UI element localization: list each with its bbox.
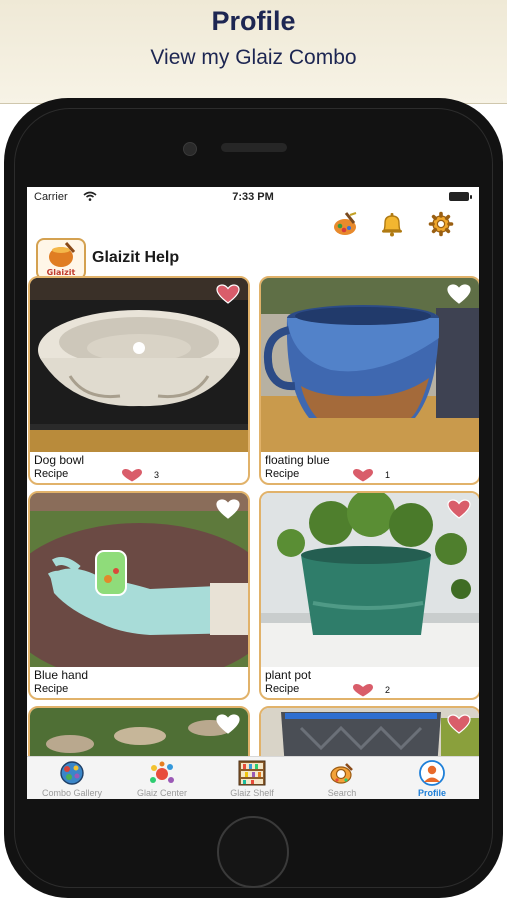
card-name: Dog bowl xyxy=(34,453,85,467)
tab-glaiz-shelf[interactable]: Glaiz Shelf xyxy=(207,759,297,799)
app-screen: Carrier 7:33 PM Glaizit Glaizit Help Dog… xyxy=(27,187,479,799)
banner-subtitle: View my Glaiz Combo xyxy=(150,46,357,69)
glaizit-logo[interactable]: Glaizit xyxy=(36,238,86,280)
tab-bar: Combo Gallery Glaiz Center Glaiz Shelf S… xyxy=(27,756,479,799)
combo-card[interactable]: plant pot Recipe 2 xyxy=(259,491,479,700)
recipe-link[interactable]: Recipe xyxy=(34,468,68,480)
instruction-banner: Profile View my Glaiz Combo xyxy=(0,0,507,104)
tab-label: Glaiz Shelf xyxy=(230,788,274,798)
recipe-link[interactable]: Recipe xyxy=(265,683,299,695)
favorite-heart-icon[interactable] xyxy=(216,499,240,519)
favorite-heart-icon[interactable] xyxy=(216,284,240,304)
front-camera xyxy=(183,142,197,156)
like-heart-icon[interactable] xyxy=(120,468,144,482)
bell-icon[interactable] xyxy=(379,211,405,237)
shelf-icon xyxy=(238,760,266,786)
like-count: 2 xyxy=(385,685,391,695)
favorite-heart-icon[interactable] xyxy=(216,714,240,734)
favorite-heart-icon[interactable] xyxy=(447,284,471,304)
like-heart-icon[interactable] xyxy=(351,468,375,482)
tab-search[interactable]: Search xyxy=(297,759,387,799)
profile-icon xyxy=(419,760,445,786)
search-icon xyxy=(330,763,353,784)
tab-label: Glaiz Center xyxy=(136,788,188,798)
like-count: 3 xyxy=(154,470,160,480)
tab-label: Search xyxy=(327,788,357,798)
banner-title: Profile xyxy=(211,6,296,36)
combo-card[interactable]: Blue hand Recipe xyxy=(28,491,250,700)
gear-icon[interactable] xyxy=(428,211,454,237)
combo-card[interactable]: Dog bowl Recipe 3 xyxy=(28,276,250,485)
floating-blue-mug-photo xyxy=(261,278,479,452)
tab-label: Combo Gallery xyxy=(41,788,103,798)
plant-pot-photo xyxy=(261,493,479,667)
favorite-heart-icon[interactable] xyxy=(447,499,471,519)
tab-glaiz-center[interactable]: Glaiz Center xyxy=(117,759,207,799)
tab-profile[interactable]: Profile xyxy=(387,759,477,799)
home-button[interactable] xyxy=(217,816,289,888)
like-heart-icon[interactable] xyxy=(351,683,375,697)
tab-label: Profile xyxy=(417,788,446,798)
dog-bowl-photo xyxy=(30,278,248,452)
globe-icon xyxy=(60,761,84,785)
earpiece-speaker xyxy=(221,143,287,152)
status-time: 7:33 PM xyxy=(232,191,274,203)
splash-icon xyxy=(150,761,174,783)
combo-card[interactable]: floating blue Recipe 1 xyxy=(259,276,479,485)
status-bar: Carrier 7:33 PM xyxy=(27,187,479,207)
recipe-link[interactable]: Recipe xyxy=(265,468,299,480)
favorite-heart-icon[interactable] xyxy=(447,714,471,734)
recipe-link[interactable]: Recipe xyxy=(34,683,68,695)
palette-icon[interactable] xyxy=(332,211,358,237)
tab-combo-gallery[interactable]: Combo Gallery xyxy=(27,759,117,799)
card-name: floating blue xyxy=(265,453,330,467)
battery-icon xyxy=(449,192,472,201)
like-count: 1 xyxy=(385,470,391,480)
blue-hand-photo xyxy=(30,493,248,667)
card-name: plant pot xyxy=(265,668,312,682)
help-title[interactable]: Glaizit Help xyxy=(92,249,179,267)
card-name: Blue hand xyxy=(34,668,89,682)
